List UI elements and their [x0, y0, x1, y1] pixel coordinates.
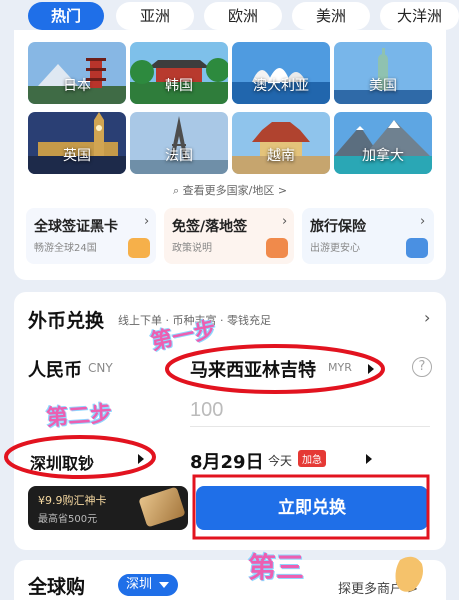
travel-insurance-entry[interactable]: 旅行保险 › 出游更安心 [302, 208, 434, 264]
service-title: 免签/落地签 [172, 219, 248, 235]
caret-right-icon [138, 454, 144, 464]
promo-subtitle: 最高省500元 [38, 514, 98, 525]
destination-tile-vietnam[interactable]: 越南 [232, 112, 330, 174]
annotation-step3: 第三 [248, 551, 305, 584]
city-selector[interactable]: 深圳 [118, 574, 179, 596]
more-countries-label: 查看更多国家/地区 > [182, 184, 288, 197]
date-note: 今天 [268, 454, 293, 468]
service-subtitle: 政策说明 [172, 243, 212, 254]
chevron-right-icon: › [282, 214, 288, 229]
global-shop-title: 全球购 [28, 576, 86, 598]
urgent-badge: 加急 [298, 450, 326, 467]
to-currency: 马来西亚林吉特 [190, 360, 316, 381]
destination-tile-australia[interactable]: 澳大利亚 [232, 42, 330, 104]
gold-card-image [138, 486, 186, 528]
shield-icon [406, 238, 428, 258]
destination-tile-usa[interactable]: 美国 [334, 42, 432, 104]
service-title: 全球签证黑卡 [34, 219, 118, 235]
destination-label: 日本 [63, 78, 91, 94]
service-title: 旅行保险 [310, 219, 366, 235]
chevron-right-icon[interactable]: › [424, 308, 430, 327]
tab-americas[interactable]: 美洲 [292, 2, 370, 30]
promo-title: ¥9.9购汇神卡 [38, 494, 107, 507]
visa-free-entry[interactable]: 免签/落地签 › 政策说明 [164, 208, 294, 264]
amount-input[interactable] [190, 394, 430, 426]
chevron-right-icon: › [144, 214, 150, 229]
destinations-card: 日本 韩国 澳大利亚 美国 英国 法国 越南 加拿大 ⌕ 查看更多国家/地区 >… [14, 30, 446, 280]
service-subtitle: 畅游全球24国 [34, 243, 97, 254]
card-icon [128, 238, 150, 258]
destination-label: 法国 [165, 148, 193, 164]
tab-asia[interactable]: 亚洲 [116, 2, 194, 30]
caret-right-icon [366, 454, 372, 464]
global-shop-card: 全球购 深圳 探更多商户 > [14, 560, 446, 600]
destination-label: 加拿大 [362, 148, 404, 164]
destination-label: 澳大利亚 [253, 78, 309, 94]
destination-label: 美国 [369, 78, 397, 94]
search-icon: ⌕ [172, 184, 180, 197]
city-label: 深圳 [126, 577, 153, 592]
from-currency: 人民币 [28, 360, 82, 381]
destination-tile-japan[interactable]: 日本 [28, 42, 126, 104]
chevron-right-icon: › [420, 214, 426, 229]
tab-europe[interactable]: 欧洲 [204, 2, 282, 30]
caret-right-icon [368, 364, 374, 374]
tab-hot[interactable]: 热门 [28, 2, 104, 30]
help-icon[interactable]: ? [412, 357, 432, 377]
chevron-down-icon [159, 582, 170, 588]
annotation-step2: 第二步 [45, 401, 113, 432]
region-tabs: 热门 亚洲 欧洲 美洲 大洋洲 [0, 0, 459, 32]
service-subtitle: 出游更安心 [310, 243, 360, 254]
tab-oceania[interactable]: 大洋洲 [380, 2, 459, 30]
visa-card-entry[interactable]: 全球签证黑卡 › 畅游全球24国 [26, 208, 156, 264]
destination-label: 韩国 [165, 78, 193, 94]
exchange-now-button[interactable]: 立即兑换 [196, 486, 428, 530]
from-currency-code: CNY [88, 361, 113, 375]
destination-tile-korea[interactable]: 韩国 [130, 42, 228, 104]
destination-tile-canada[interactable]: 加拿大 [334, 112, 432, 174]
promo-card-banner[interactable]: ¥9.9购汇神卡 最高省500元 [28, 486, 188, 530]
chat-icon [266, 238, 288, 258]
more-shops-link[interactable]: 探更多商户 > [338, 578, 418, 597]
pickup-date: 8月29日 [190, 452, 264, 473]
destination-tile-france[interactable]: 法国 [130, 112, 228, 174]
pickup-city: 深圳取钞 [30, 454, 95, 473]
destination-label: 越南 [267, 148, 295, 164]
destination-tile-uk[interactable]: 英国 [28, 112, 126, 174]
amount-underline [190, 426, 430, 427]
to-currency-code: MYR [328, 361, 352, 374]
destination-label: 英国 [63, 148, 91, 164]
more-countries-link[interactable]: ⌕ 查看更多国家/地区 > [14, 182, 446, 198]
exchange-title: 外币兑换 [28, 310, 105, 332]
